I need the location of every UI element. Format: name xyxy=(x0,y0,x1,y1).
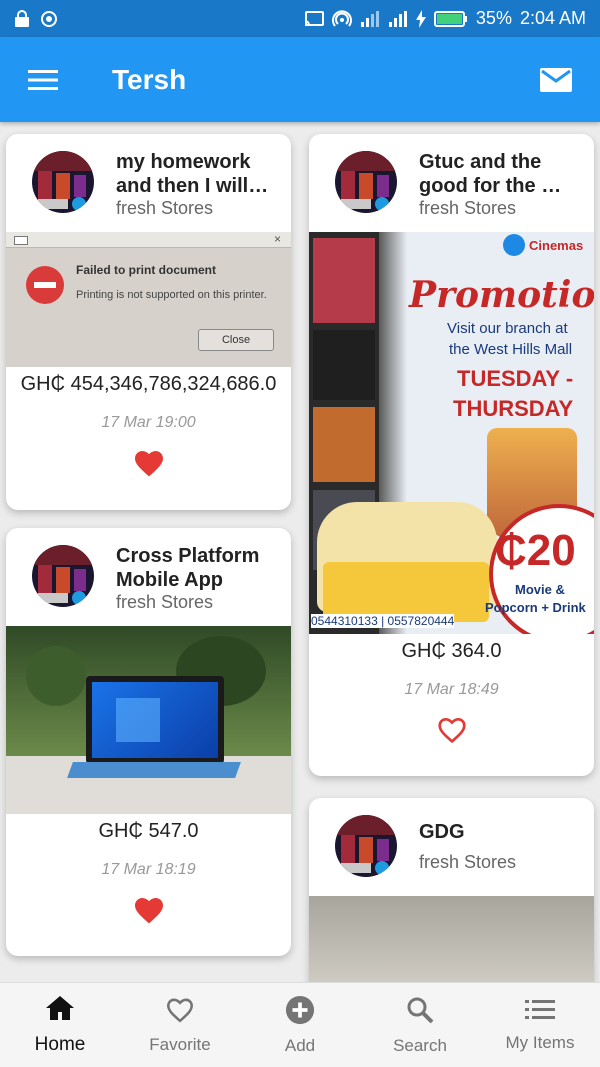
clock-time: 2:04 AM xyxy=(519,8,586,28)
lock-icon xyxy=(14,9,30,28)
post-date: 17 Mar 18:19 xyxy=(101,861,196,878)
post-price: GH₵ 454,346,786,324,686.0 xyxy=(20,373,277,395)
post-card[interactable]: Cross Platform Mobile App fresh Stores G… xyxy=(6,528,291,956)
nav-add-label: Add xyxy=(284,1035,316,1055)
store-name: fresh Stores xyxy=(419,852,517,872)
post-date: 17 Mar 18:49 xyxy=(404,681,499,698)
nav-home[interactable]: Home xyxy=(0,983,120,1067)
store-name: fresh Stores xyxy=(419,198,517,218)
nav-favorite[interactable]: Favorite xyxy=(120,983,240,1067)
post-image xyxy=(309,896,594,982)
nav-my-items[interactable]: My Items xyxy=(480,983,600,1067)
nav-search[interactable]: Search xyxy=(360,983,480,1067)
menu-icon[interactable] xyxy=(28,69,58,91)
charging-icon xyxy=(415,9,426,28)
sync-icon xyxy=(40,10,58,28)
promo-headline: Promotion xyxy=(409,274,594,316)
dialog-close-button: Close xyxy=(198,329,274,351)
store-avatar xyxy=(335,151,397,213)
post-card[interactable]: Gtuc and the good for the … fresh Stores… xyxy=(309,134,594,776)
nav-search-label: Search xyxy=(393,1035,447,1055)
search-icon xyxy=(405,995,435,1030)
cast-icon xyxy=(304,10,324,27)
store-avatar xyxy=(32,151,94,213)
post-image: × Failed to print document Printing is n… xyxy=(6,232,291,367)
error-icon xyxy=(26,266,64,304)
promo-days: TUESDAY - xyxy=(457,366,574,391)
post-date: 17 Mar 19:00 xyxy=(101,414,196,431)
dialog-message: Printing is not supported on this printe… xyxy=(76,289,267,301)
store-name: fresh Stores xyxy=(116,592,214,612)
favorite-heart-outline-icon[interactable] xyxy=(436,715,468,750)
app-title: Tersh xyxy=(112,63,187,95)
favorite-heart-icon[interactable] xyxy=(133,448,165,483)
promo-brand: Cinemas xyxy=(529,238,584,253)
home-icon xyxy=(44,994,76,1028)
post-title: Gtuc and the good for the … xyxy=(419,151,562,197)
nav-home-label: Home xyxy=(34,1034,86,1055)
battery-icon xyxy=(433,10,468,27)
heart-outline-icon xyxy=(164,996,196,1029)
app-bar: Tersh xyxy=(0,37,600,122)
post-image-promo: Cinemas Promotion Visit our branch at th… xyxy=(309,232,594,634)
post-card[interactable]: GDG fresh Stores xyxy=(309,798,594,982)
battery-percent: 35% xyxy=(475,8,512,28)
nav-my-items-label: My Items xyxy=(505,1032,575,1052)
post-card[interactable]: my homework and then I will… fresh Store… xyxy=(6,134,291,510)
post-price: GH₵ 547.0 xyxy=(98,820,199,842)
signal-icon-2 xyxy=(388,10,408,28)
nav-favorite-label: Favorite xyxy=(149,1034,211,1054)
signal-icon-1 xyxy=(360,10,380,28)
promo-amount: ₵20 xyxy=(495,526,576,575)
post-price: GH₵ 364.0 xyxy=(401,640,502,662)
bottom-navigation: Home Favorite Add Search My Items xyxy=(0,982,600,1067)
nav-add[interactable]: Add xyxy=(240,983,360,1067)
promo-line-2: the West Hills Mall xyxy=(449,341,573,358)
cinema-logo-icon xyxy=(503,234,525,256)
favorite-heart-icon[interactable] xyxy=(133,895,165,930)
store-avatar xyxy=(335,815,397,877)
mail-icon[interactable] xyxy=(540,67,572,92)
store-name: fresh Stores xyxy=(116,198,214,218)
post-title: my homework and then I will… xyxy=(116,151,269,197)
status-bar: 35% 2:04 AM xyxy=(0,0,600,37)
store-avatar xyxy=(32,545,94,607)
dialog-title: Failed to print document xyxy=(76,263,216,277)
promo-line-1: Visit our branch at xyxy=(447,320,568,337)
hotspot-icon xyxy=(331,9,352,28)
post-title: Cross Platform Mobile App xyxy=(116,545,260,591)
post-title: GDG xyxy=(419,821,465,843)
promo-days-2: THURSDAY xyxy=(453,396,574,421)
promo-offer-1: Movie & xyxy=(515,582,565,597)
add-circle-icon xyxy=(284,995,316,1030)
promo-phones: 0544310133 | 0557820444 xyxy=(311,614,455,628)
list-icon xyxy=(525,998,555,1027)
promo-offer-2: Popcorn + Drink xyxy=(485,600,586,615)
product-feed: my homework and then I will… fresh Store… xyxy=(0,122,600,982)
post-image xyxy=(6,626,291,814)
